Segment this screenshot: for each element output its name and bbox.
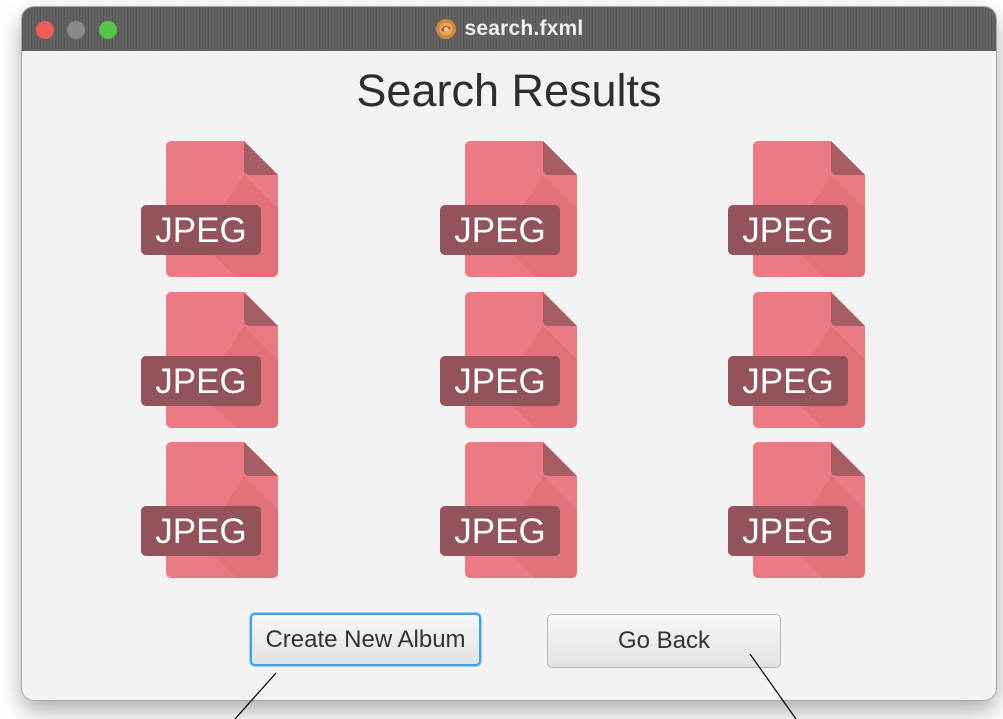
file-type-label: JPEG [742, 512, 833, 551]
jpeg-file-icon: JPEG [141, 442, 278, 578]
app-icon [435, 18, 457, 40]
file-type-label: JPEG [155, 362, 246, 401]
app-window: search.fxml Search Results JPEG JPEG JPEG J… [22, 7, 996, 700]
file-type-label: JPEG [742, 211, 833, 250]
result-file-item[interactable]: JPEG [440, 438, 580, 580]
result-file-item[interactable]: JPEG [141, 137, 281, 279]
result-file-item[interactable]: JPEG [440, 288, 580, 430]
result-file-item[interactable]: JPEG [141, 438, 281, 580]
file-type-label: JPEG [742, 362, 833, 401]
window-title-group: search.fxml [22, 7, 996, 51]
create-new-album-button[interactable]: Create New Album [250, 613, 481, 666]
jpeg-file-icon: JPEG [440, 141, 577, 277]
jpeg-file-icon: JPEG [141, 141, 278, 277]
content-area: Search Results JPEG JPEG JPEG JPEG JPEG JPEG J… [22, 51, 996, 700]
title-bar[interactable]: search.fxml [22, 7, 996, 51]
result-file-item[interactable]: JPEG [440, 137, 580, 279]
jpeg-file-icon: JPEG [440, 442, 577, 578]
result-file-item[interactable]: JPEG [141, 288, 281, 430]
file-type-label: JPEG [454, 512, 545, 551]
page-title: Search Results [356, 65, 662, 116]
result-file-item[interactable]: JPEG [728, 438, 868, 580]
jpeg-file-icon: JPEG [141, 292, 278, 428]
file-type-label: JPEG [454, 211, 545, 250]
result-file-item[interactable]: JPEG [728, 137, 868, 279]
window-title: search.fxml [464, 17, 584, 40]
jpeg-file-icon: JPEG [728, 141, 865, 277]
jpeg-file-icon: JPEG [440, 292, 577, 428]
jpeg-file-icon: JPEG [728, 442, 865, 578]
file-type-label: JPEG [155, 512, 246, 551]
file-type-label: JPEG [155, 211, 246, 250]
go-back-button[interactable]: Go Back [547, 614, 781, 668]
result-file-item[interactable]: JPEG [728, 288, 868, 430]
jpeg-file-icon: JPEG [728, 292, 865, 428]
file-type-label: JPEG [454, 362, 545, 401]
